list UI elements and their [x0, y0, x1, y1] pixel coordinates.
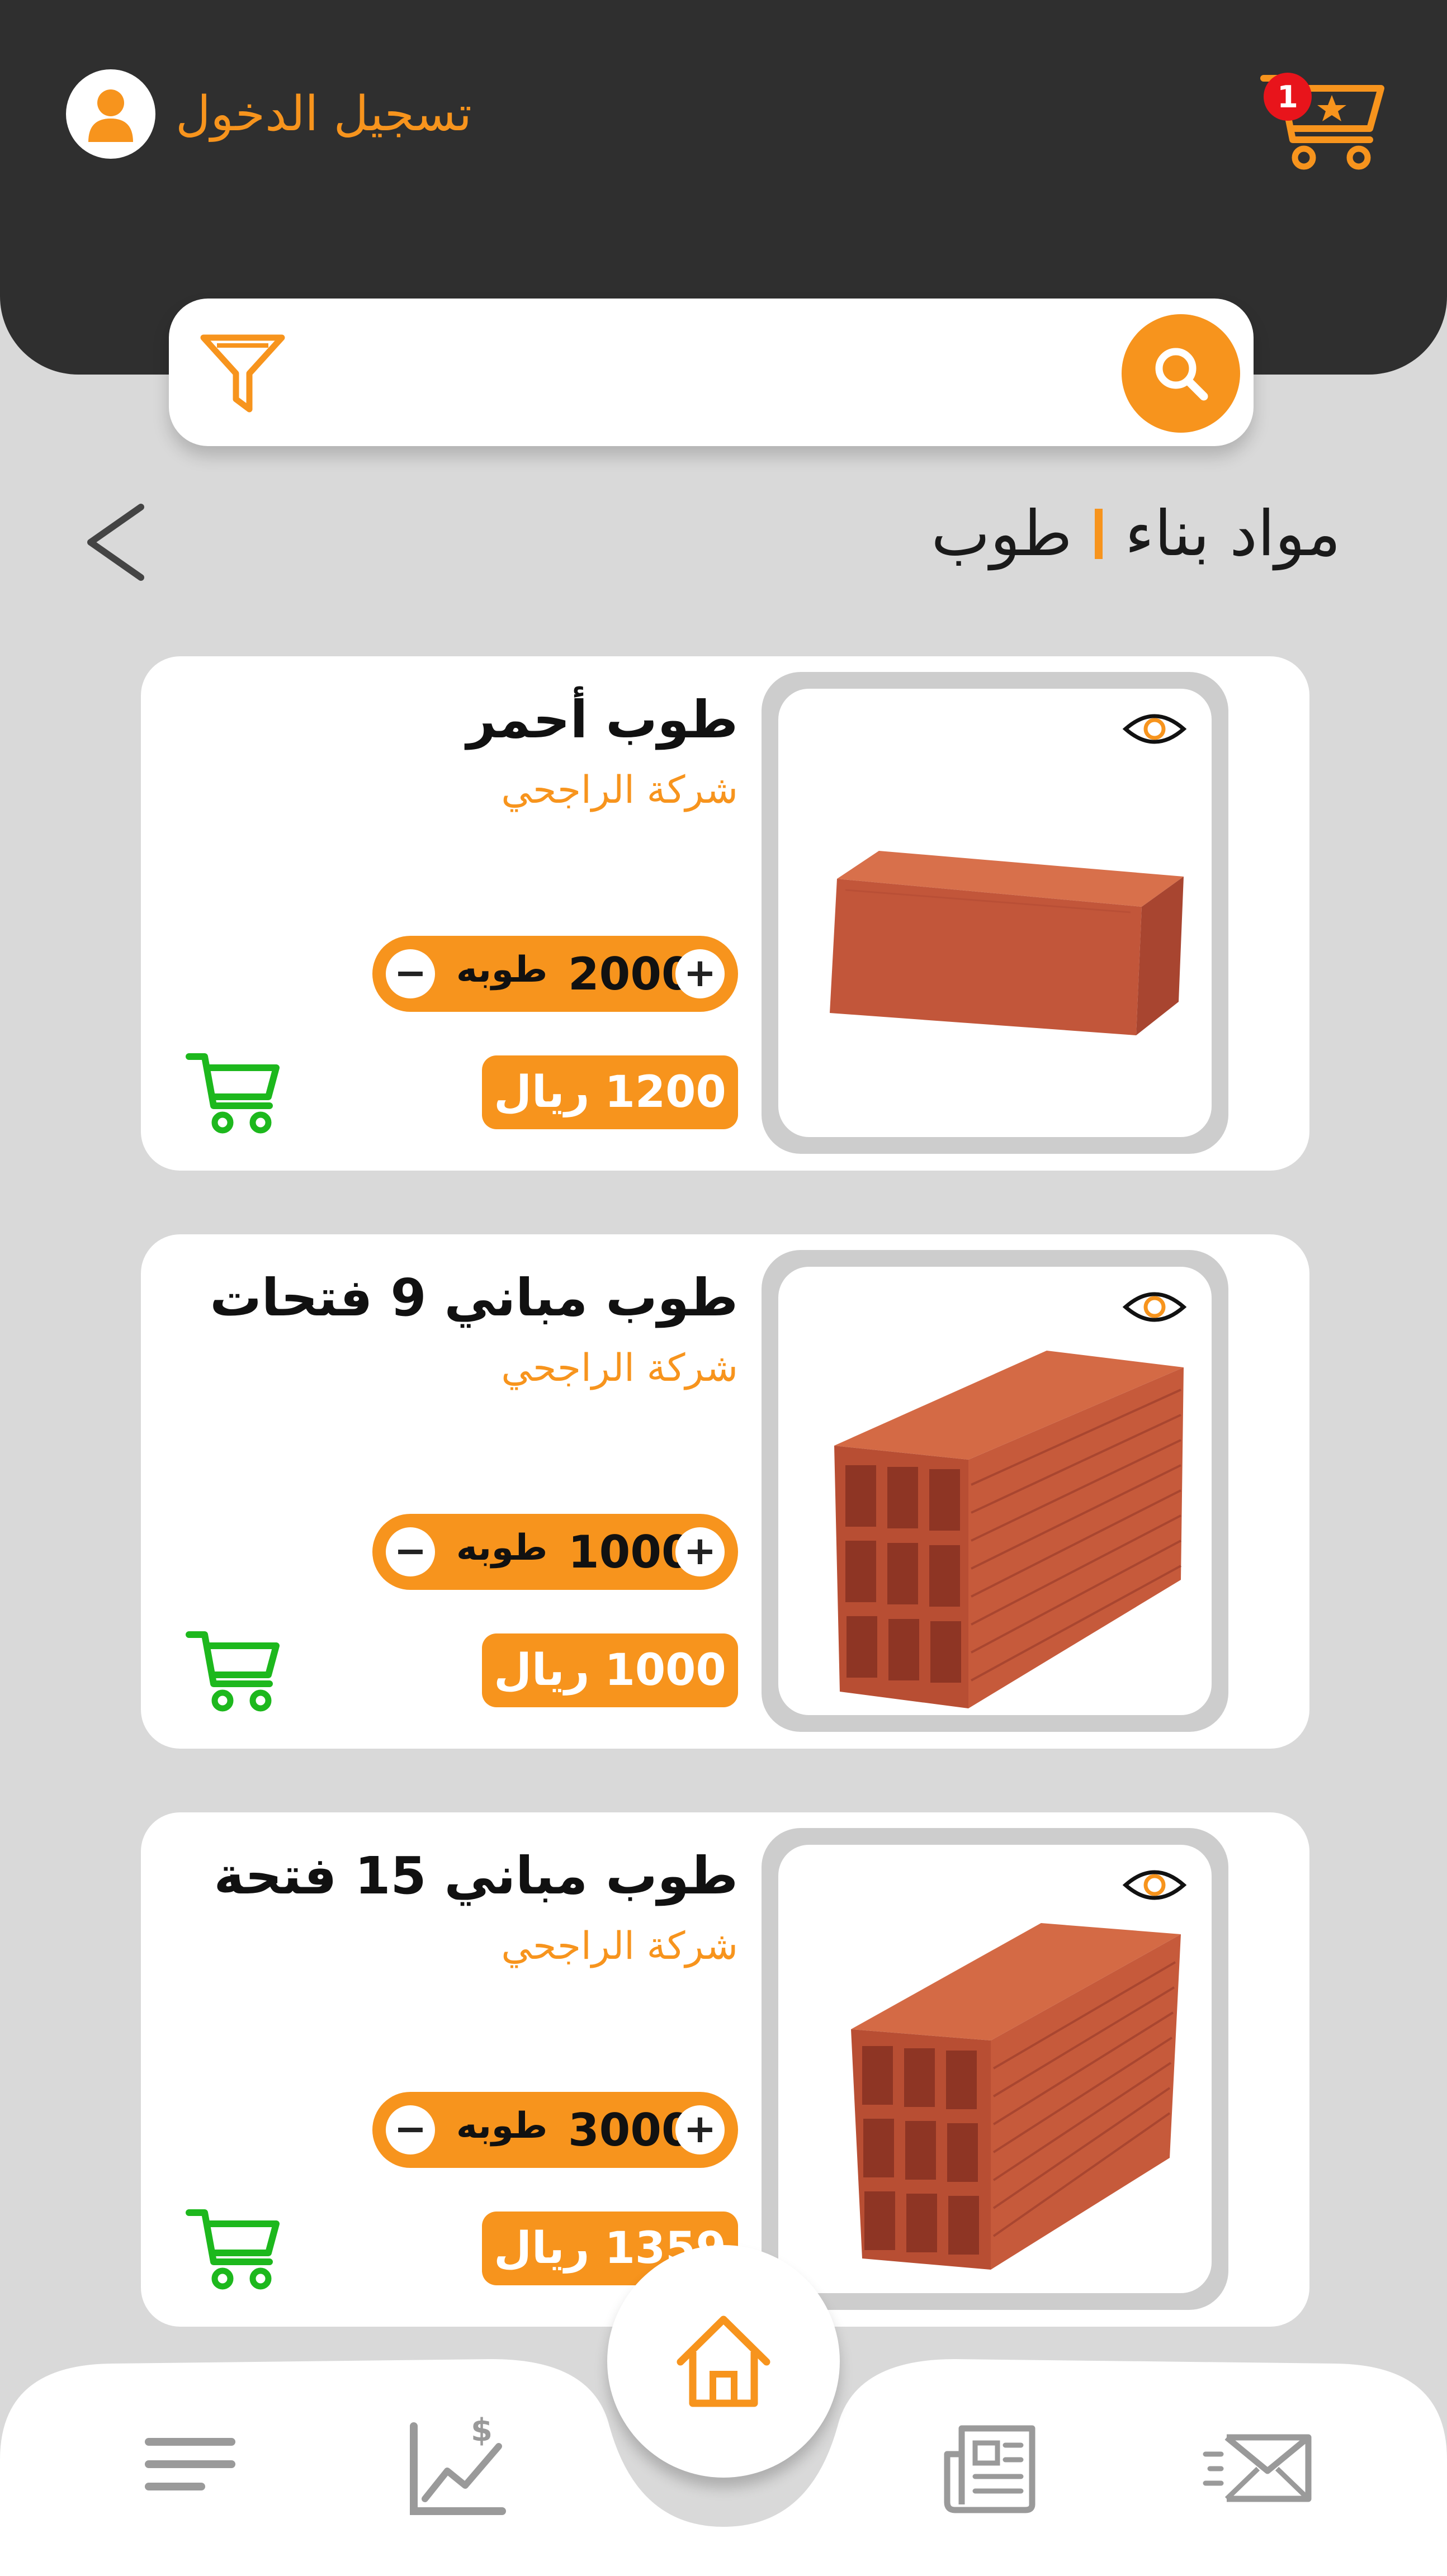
- solid-red-brick-image: [830, 851, 1184, 1035]
- breadcrumb: مواد بناء طوب: [931, 498, 1341, 570]
- stats-icon[interactable]: $: [403, 2415, 509, 2521]
- quantity-stepper: − طوبه 3000 +: [372, 2092, 738, 2168]
- breadcrumb-subcategory: طوب: [931, 498, 1072, 570]
- search-bar: [169, 299, 1254, 446]
- quantity-unit: طوبه: [456, 949, 548, 991]
- filter-icon[interactable]: [196, 325, 290, 419]
- price-badge: 1200 ريال: [482, 1055, 738, 1129]
- product-image-frame: [762, 1828, 1228, 2310]
- price-badge: 1000 ريال: [482, 1633, 738, 1707]
- login-label: تسجيل الدخول: [176, 86, 472, 142]
- quantity-value[interactable]: 2000: [568, 948, 693, 1000]
- quantity-stepper: − طوبه 2000 +: [372, 936, 738, 1012]
- quantity-value[interactable]: 3000: [568, 2104, 693, 2156]
- search-button[interactable]: [1122, 314, 1240, 433]
- product-image-frame: [762, 1250, 1228, 1732]
- add-to-cart-icon[interactable]: [186, 2204, 281, 2293]
- decrease-quantity-button[interactable]: −: [386, 1527, 435, 1576]
- eye-icon[interactable]: [1121, 1285, 1188, 1329]
- home-button[interactable]: [607, 2245, 840, 2478]
- eye-icon[interactable]: [1121, 707, 1188, 751]
- search-input[interactable]: [297, 321, 1103, 424]
- svg-text:$: $: [471, 2415, 493, 2449]
- quantity-unit: طوبه: [456, 1527, 548, 1569]
- product-title: طوب مباني 15 فتحة: [214, 1846, 738, 1906]
- decrease-quantity-button[interactable]: −: [386, 2105, 435, 2154]
- home-icon: [677, 2315, 770, 2407]
- hollow-brick-15-holes-image: [851, 1923, 1181, 2270]
- search-icon: [1155, 348, 1208, 401]
- product-image-frame: [762, 672, 1228, 1154]
- product-card[interactable]: طوب أحمر شركة الراجحي − طوبه 2000 + 1200…: [141, 656, 1309, 1171]
- mail-icon[interactable]: [1202, 2432, 1314, 2504]
- product-title: طوب أحمر: [466, 690, 738, 750]
- quantity-stepper: − طوبه 1000 +: [372, 1514, 738, 1590]
- add-to-cart-icon[interactable]: [186, 1048, 281, 1137]
- add-to-cart-icon[interactable]: [186, 1626, 281, 1715]
- news-icon[interactable]: [939, 2421, 1040, 2516]
- back-arrow-icon[interactable]: [78, 500, 151, 584]
- breadcrumb-category[interactable]: مواد بناء: [1125, 498, 1341, 570]
- increase-quantity-button[interactable]: +: [675, 1527, 725, 1576]
- hollow-brick-9-holes-image: [834, 1351, 1184, 1708]
- product-card[interactable]: طوب مباني 9 فتحات شركة الراجحي − طوبه 10…: [141, 1234, 1309, 1749]
- product-company: شركة الراجحي: [501, 768, 738, 812]
- breadcrumb-separator: [1094, 509, 1103, 559]
- decrease-quantity-button[interactable]: −: [386, 949, 435, 998]
- cart-count-badge: 1: [1264, 73, 1312, 121]
- quantity-value[interactable]: 1000: [568, 1526, 693, 1578]
- eye-icon[interactable]: [1121, 1863, 1188, 1907]
- increase-quantity-button[interactable]: +: [675, 949, 725, 998]
- product-company: شركة الراجحي: [501, 1346, 738, 1390]
- increase-quantity-button[interactable]: +: [675, 2105, 725, 2154]
- login-button[interactable]: تسجيل الدخول: [66, 69, 472, 159]
- product-title: طوب مباني 9 فتحات: [210, 1268, 738, 1328]
- menu-icon[interactable]: [140, 2431, 240, 2498]
- quantity-unit: طوبه: [456, 2105, 548, 2147]
- product-company: شركة الراجحي: [501, 1924, 738, 1968]
- user-avatar-icon: [66, 69, 155, 159]
